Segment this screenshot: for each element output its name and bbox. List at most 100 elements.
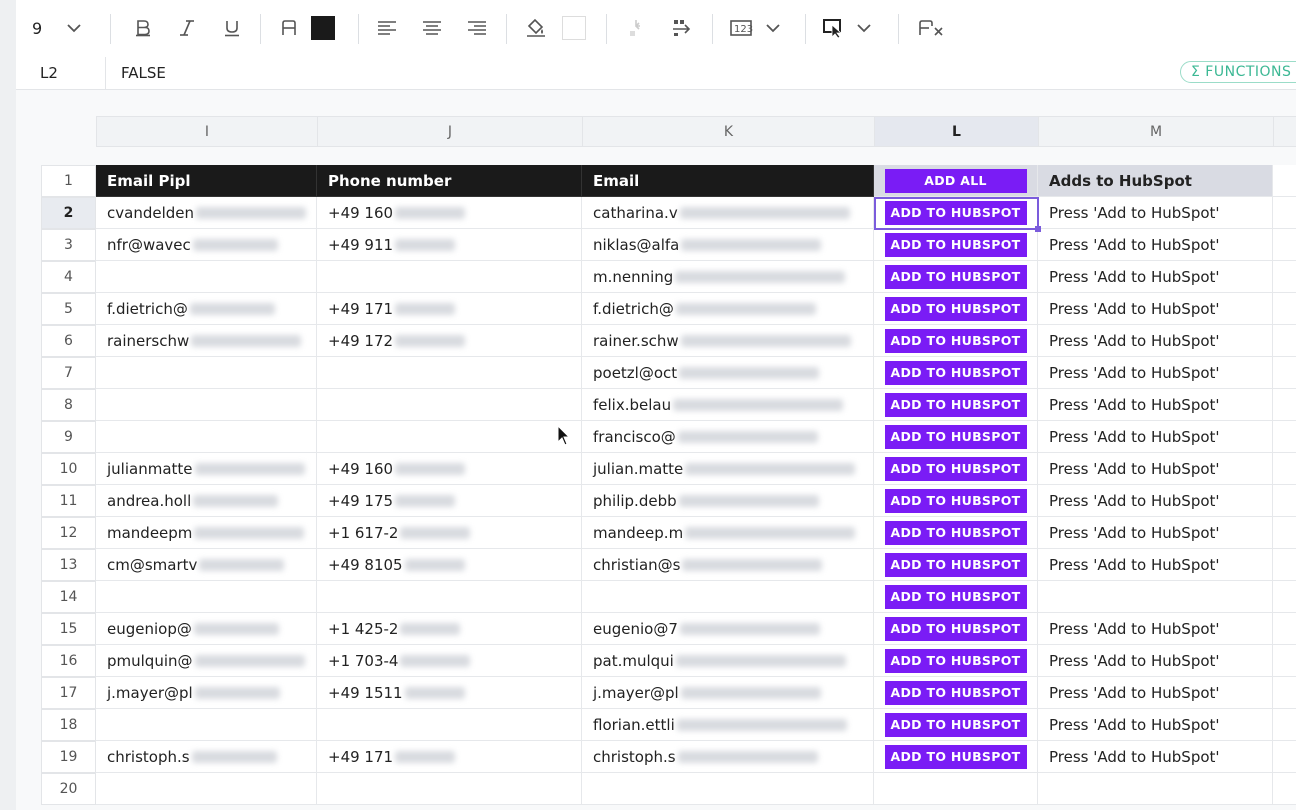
button-cell[interactable]: ADD TO HUBSPOT	[874, 389, 1038, 421]
row-header[interactable]: 10	[41, 453, 96, 485]
add-to-hubspot-button[interactable]: ADD TO HUBSPOT	[884, 424, 1027, 449]
cell-i[interactable]: mandeepm	[96, 517, 317, 549]
cell-k[interactable]: catharina.v	[582, 197, 874, 229]
cell-j[interactable]: +49 911	[317, 229, 582, 261]
cell-m[interactable]	[1038, 581, 1273, 613]
cell-i[interactable]: nfr@wavec	[96, 229, 317, 261]
add-to-hubspot-button[interactable]: ADD TO HUBSPOT	[884, 456, 1027, 481]
cell-m[interactable]: Press 'Add to HubSpot'	[1038, 549, 1273, 581]
row-header[interactable]: 17	[41, 677, 96, 709]
cell-overflow[interactable]	[1273, 613, 1296, 645]
cell-k[interactable]: m.nenning	[582, 261, 874, 293]
add-to-hubspot-button[interactable]: ADD TO HUBSPOT	[884, 200, 1027, 225]
row-header[interactable]: 6	[41, 325, 96, 357]
cell-j[interactable]: +49 8105	[317, 549, 582, 581]
add-to-hubspot-button[interactable]: ADD TO HUBSPOT	[884, 360, 1027, 385]
button-cell[interactable]: ADD TO HUBSPOT	[874, 229, 1038, 261]
number-format-dropdown[interactable]: 123	[729, 10, 789, 46]
cell-overflow[interactable]	[1273, 165, 1296, 197]
row-header[interactable]: 18	[41, 709, 96, 741]
button-cell[interactable]: ADD TO HUBSPOT	[874, 549, 1038, 581]
row-header[interactable]: 15	[41, 613, 96, 645]
button-cell[interactable]: ADD TO HUBSPOT	[874, 517, 1038, 549]
row-header[interactable]: 9	[41, 421, 96, 453]
cell-overflow[interactable]	[1273, 709, 1296, 741]
cell-k[interactable]: rainer.schw	[582, 325, 874, 357]
cell-k[interactable]: niklas@alfa	[582, 229, 874, 261]
fill-handle[interactable]	[1035, 226, 1041, 232]
button-cell[interactable]: ADD TO HUBSPOT	[874, 293, 1038, 325]
row-header[interactable]: 14	[41, 581, 96, 613]
cell-j[interactable]	[317, 773, 582, 805]
cell-k[interactable]: poetzl@oct	[582, 357, 874, 389]
button-cell[interactable]: ADD TO HUBSPOT	[874, 581, 1038, 613]
cell-k[interactable]: eugenio@7	[582, 613, 874, 645]
cell-m[interactable]: Press 'Add to HubSpot'	[1038, 357, 1273, 389]
cell-overflow[interactable]	[1273, 261, 1296, 293]
cell-overflow[interactable]	[1273, 485, 1296, 517]
cell-k[interactable]: j.mayer@pl	[582, 677, 874, 709]
underline-button[interactable]	[219, 10, 245, 46]
cell-m[interactable]: Press 'Add to HubSpot'	[1038, 197, 1273, 229]
cell-k[interactable]	[582, 581, 874, 613]
align-left-button[interactable]	[374, 10, 400, 46]
cell-k[interactable]: julian.matte	[582, 453, 874, 485]
cell-m[interactable]	[1038, 773, 1273, 805]
button-cell[interactable]: ADD TO HUBSPOT	[874, 453, 1038, 485]
add-to-hubspot-button[interactable]: ADD TO HUBSPOT	[884, 616, 1027, 641]
add-to-hubspot-button[interactable]: ADD TO HUBSPOT	[884, 648, 1027, 673]
text-color-button[interactable]	[276, 10, 302, 46]
cell-overflow[interactable]	[1273, 325, 1296, 357]
cell-overflow[interactable]	[1273, 293, 1296, 325]
row-header[interactable]: 2	[41, 197, 96, 229]
cell-i[interactable]	[96, 581, 317, 613]
column-header-l[interactable]: L	[874, 116, 1039, 147]
cell-i[interactable]: pmulquin@	[96, 645, 317, 677]
functions-button[interactable]: Σ FUNCTIONS	[1180, 61, 1296, 83]
align-right-button[interactable]	[464, 10, 490, 46]
row-header[interactable]: 8	[41, 389, 96, 421]
column-header-j[interactable]: J	[317, 116, 583, 147]
cell-overflow[interactable]	[1273, 677, 1296, 709]
add-all-button[interactable]: ADD ALL	[884, 168, 1027, 193]
formula-value[interactable]: FALSE	[121, 64, 166, 82]
row-header[interactable]: 13	[41, 549, 96, 581]
add-to-hubspot-button[interactable]: ADD TO HUBSPOT	[884, 296, 1027, 321]
cell-k[interactable]: felix.belau	[582, 389, 874, 421]
cell-j[interactable]	[317, 421, 582, 453]
cell-i[interactable]: julianmatte	[96, 453, 317, 485]
clear-format-button[interactable]	[916, 10, 948, 46]
cell-i[interactable]: christoph.s	[96, 741, 317, 773]
cell-i[interactable]	[96, 357, 317, 389]
cell-j[interactable]	[317, 581, 582, 613]
cell-j[interactable]: +49 171	[317, 293, 582, 325]
button-cell[interactable]: ADD TO HUBSPOT	[874, 421, 1038, 453]
add-to-hubspot-button[interactable]: ADD TO HUBSPOT	[884, 520, 1027, 545]
cell-k[interactable]: christian@s	[582, 549, 874, 581]
row-header[interactable]: 4	[41, 261, 96, 293]
row-header[interactable]: 19	[41, 741, 96, 773]
cell-overflow[interactable]	[1273, 421, 1296, 453]
cell-k[interactable]: francisco@	[582, 421, 874, 453]
cell-m[interactable]: Press 'Add to HubSpot'	[1038, 485, 1273, 517]
cell-i[interactable]	[96, 421, 317, 453]
cell-j[interactable]: +49 175	[317, 485, 582, 517]
cell-m[interactable]: Press 'Add to HubSpot'	[1038, 293, 1273, 325]
cell-overflow[interactable]	[1273, 517, 1296, 549]
row-header[interactable]: 11	[41, 485, 96, 517]
add-to-hubspot-button[interactable]: ADD TO HUBSPOT	[884, 680, 1027, 705]
add-to-hubspot-button[interactable]: ADD TO HUBSPOT	[884, 232, 1027, 257]
cell-m[interactable]: Press 'Add to HubSpot'	[1038, 389, 1273, 421]
button-cell[interactable]: ADD TO HUBSPOT	[874, 709, 1038, 741]
cell-k[interactable]	[582, 773, 874, 805]
add-to-hubspot-button[interactable]: ADD TO HUBSPOT	[884, 392, 1027, 417]
add-to-hubspot-button[interactable]: ADD TO HUBSPOT	[884, 744, 1027, 769]
cell-i[interactable]: rainerschw	[96, 325, 317, 357]
font-size-dropdown[interactable]: 9	[32, 10, 92, 46]
cell-overflow[interactable]	[1273, 549, 1296, 581]
button-cell[interactable]: ADD TO HUBSPOT	[874, 357, 1038, 389]
cell-overflow[interactable]	[1273, 741, 1296, 773]
row-header[interactable]: 20	[41, 773, 96, 805]
add-to-hubspot-button[interactable]: ADD TO HUBSPOT	[884, 712, 1027, 737]
cell-m[interactable]: Press 'Add to HubSpot'	[1038, 229, 1273, 261]
